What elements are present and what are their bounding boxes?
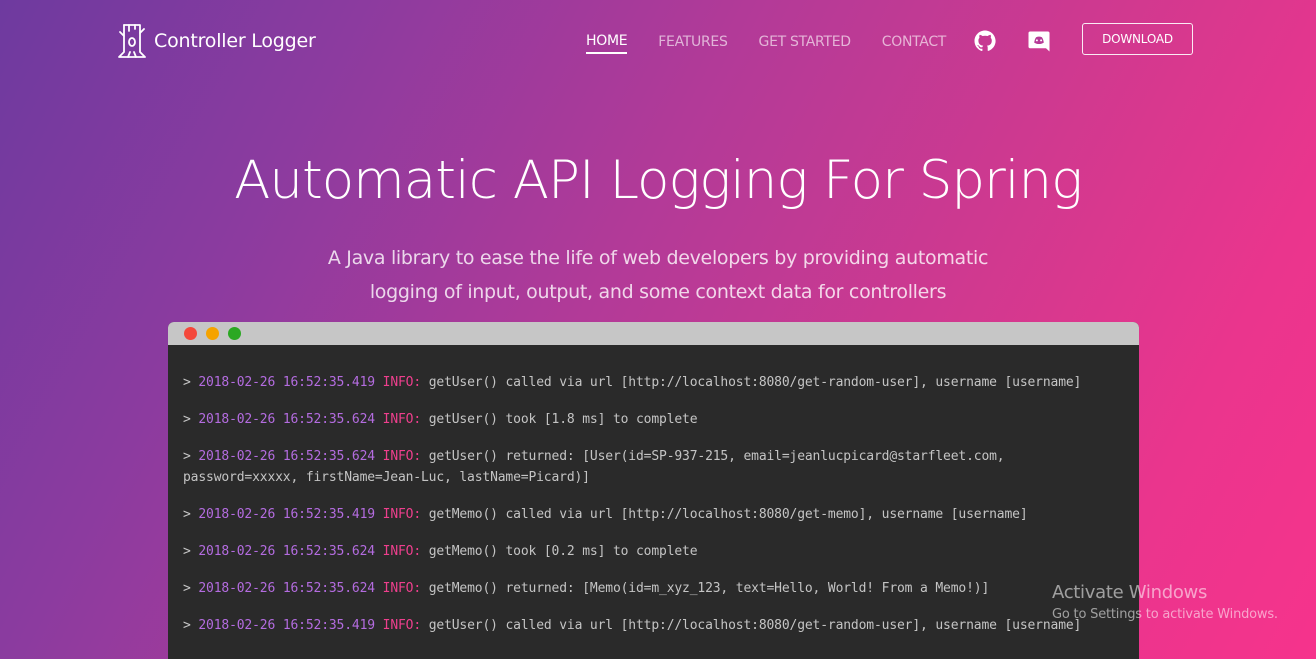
log-timestamp: 2018-02-26 16:52:35.624	[198, 581, 375, 596]
nav-link-features[interactable]: FEATURES	[658, 32, 728, 52]
download-button[interactable]: DOWNLOAD	[1082, 23, 1193, 55]
github-icon[interactable]	[973, 29, 997, 53]
watermark-title: Activate Windows	[1052, 582, 1208, 603]
brand-name: Controller Logger	[154, 30, 316, 52]
nav-links: HOME FEATURES GET STARTED CONTACT	[586, 31, 947, 54]
log-prompt: >	[183, 544, 191, 559]
log-line: > 2018-02-26 16:52:35.419 INFO: getUser(…	[183, 615, 1124, 636]
brand[interactable]: Controller Logger	[116, 22, 316, 60]
log-level: INFO:	[382, 375, 422, 390]
log-timestamp: 2018-02-26 16:52:35.419	[198, 375, 375, 390]
top-navbar: Controller Logger HOME FEATURES GET STAR…	[0, 0, 1316, 80]
log-level: INFO:	[382, 618, 422, 633]
log-timestamp: 2018-02-26 16:52:35.419	[198, 618, 375, 633]
activate-windows-watermark: Activate Windows Go to Settings to activ…	[1052, 581, 1278, 625]
terminal-output: > 2018-02-26 16:52:35.419 INFO: getUser(…	[168, 345, 1139, 636]
nav-link-get-started[interactable]: GET STARTED	[759, 32, 852, 52]
terminal-titlebar	[168, 322, 1139, 345]
hero-title: Automatic API Logging For Spring	[234, 150, 1083, 211]
log-line: > 2018-02-26 16:52:35.624 INFO: getMemo(…	[183, 578, 1124, 599]
log-message: getMemo() returned: [Memo(id=m_xyz_123, …	[428, 581, 990, 596]
log-prompt: >	[183, 507, 191, 522]
hero-subtitle-line-1: A Java library to ease the life of web d…	[327, 247, 989, 269]
discord-icon[interactable]	[1027, 29, 1051, 53]
log-prompt: >	[183, 375, 191, 390]
log-line: > 2018-02-26 16:52:35.419 INFO: getMemo(…	[183, 504, 1124, 525]
log-message: getUser() called via url [http://localho…	[428, 618, 1082, 633]
terminal-window: > 2018-02-26 16:52:35.419 INFO: getUser(…	[168, 322, 1139, 659]
minimize-window-button[interactable]	[206, 327, 219, 340]
log-line: > 2018-02-26 16:52:35.624 INFO: getUser(…	[183, 409, 1124, 430]
log-message: getMemo() called via url [http://localho…	[428, 507, 1028, 522]
log-message: getUser() called via url [http://localho…	[428, 375, 1082, 390]
log-message: getMemo() took [0.2 ms] to complete	[428, 544, 698, 559]
log-prompt: >	[183, 449, 191, 464]
hero-subtitle-line-2: logging of input, output, and some conte…	[369, 281, 947, 303]
log-line: > 2018-02-26 16:52:35.419 INFO: getUser(…	[183, 372, 1124, 393]
log-level: INFO:	[382, 507, 422, 522]
tree-stump-logo-icon	[118, 24, 146, 58]
log-timestamp: 2018-02-26 16:52:35.624	[198, 449, 375, 464]
nav-link-contact[interactable]: CONTACT	[882, 32, 947, 52]
close-window-button[interactable]	[184, 327, 197, 340]
log-level: INFO:	[382, 449, 422, 464]
log-timestamp: 2018-02-26 16:52:35.419	[198, 507, 375, 522]
hero-subtitle: A Java library to ease the life of web d…	[258, 241, 1058, 309]
log-level: INFO:	[382, 412, 422, 427]
log-prompt: >	[183, 412, 191, 427]
log-message: getUser() took [1.8 ms] to complete	[428, 412, 698, 427]
log-prompt: >	[183, 581, 191, 596]
log-level: INFO:	[382, 581, 422, 596]
log-line: > 2018-02-26 16:52:35.624 INFO: getUser(…	[183, 446, 1124, 488]
log-timestamp: 2018-02-26 16:52:35.624	[198, 412, 375, 427]
maximize-window-button[interactable]	[228, 327, 241, 340]
log-timestamp: 2018-02-26 16:52:35.624	[198, 544, 375, 559]
watermark-subtitle: Go to Settings to activate Windows.	[1052, 607, 1278, 622]
log-prompt: >	[183, 618, 191, 633]
log-level: INFO:	[382, 544, 422, 559]
log-line: > 2018-02-26 16:52:35.624 INFO: getMemo(…	[183, 541, 1124, 562]
nav-link-home[interactable]: HOME	[586, 31, 628, 54]
